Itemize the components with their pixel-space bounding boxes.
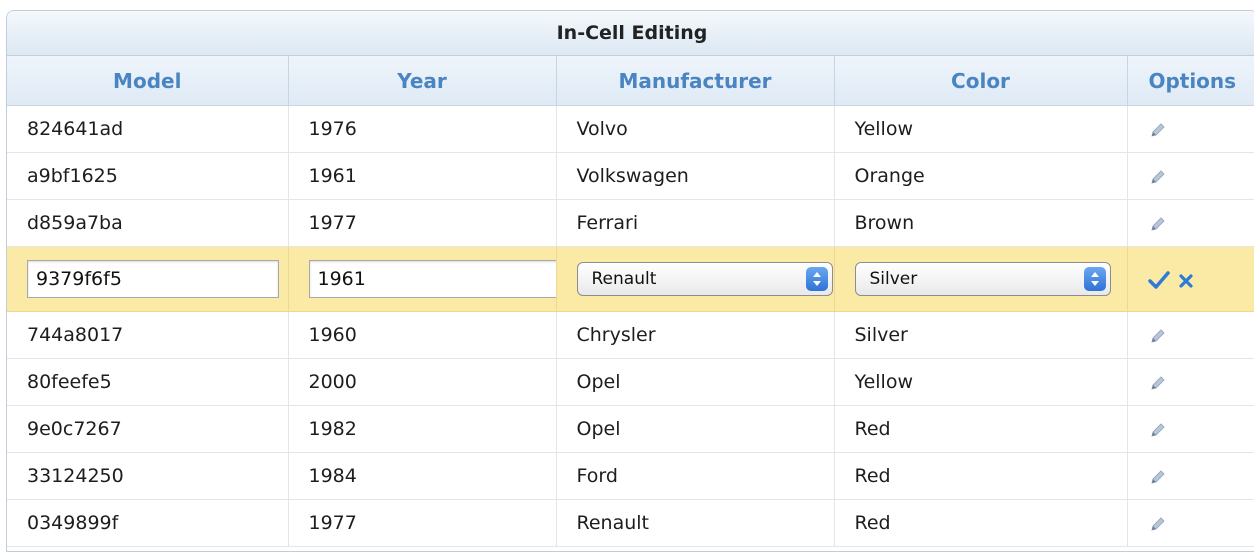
cell-color: Red: [834, 452, 1128, 500]
cell-color: Red: [834, 499, 1128, 547]
cell-model: d859a7ba: [7, 199, 289, 247]
cell-model: 0349899f: [7, 499, 289, 547]
cell-year: 1982: [288, 405, 557, 453]
cell-model: 744a8017: [7, 311, 289, 359]
cell-color-editor: Silver: [834, 246, 1128, 312]
cell-year-editor: [288, 246, 557, 312]
cell-year: 1961: [288, 152, 557, 200]
pencil-icon[interactable]: [1148, 420, 1168, 440]
column-header-color[interactable]: Color: [834, 56, 1128, 106]
select-arrows-icon: [805, 267, 828, 291]
checkmark-icon[interactable]: [1147, 270, 1170, 290]
pencil-icon[interactable]: [1148, 167, 1168, 187]
year-input[interactable]: [308, 260, 555, 298]
cell-year: 2000: [288, 358, 557, 406]
column-header-year[interactable]: Year: [288, 56, 557, 106]
cell-year: 1984: [288, 452, 557, 500]
column-header-manufacturer[interactable]: Manufacturer: [556, 56, 835, 106]
table-row[interactable]: 33124250 1984 Ford Red: [7, 452, 1254, 500]
cell-manufacturer: Ford: [556, 452, 835, 500]
cell-options: [1127, 152, 1254, 200]
cell-options: [1127, 105, 1254, 153]
select-value: Silver: [869, 269, 918, 289]
table-row[interactable]: a9bf1625 1961 Volkswagen Orange: [7, 152, 1254, 200]
cell-options: [1127, 452, 1254, 500]
cell-model: 824641ad: [7, 105, 289, 153]
cell-year: 1976: [288, 105, 557, 153]
cell-color: Red: [834, 405, 1128, 453]
cell-color: Silver: [834, 311, 1128, 359]
header-row: Model Year Manufacturer Color Options: [7, 56, 1254, 106]
table-row[interactable]: 824641ad 1976 Volvo Yellow: [7, 105, 1254, 153]
cell-options: [1127, 358, 1254, 406]
data-grid: In-Cell Editing Model Year Manufacturer …: [6, 10, 1254, 552]
cell-year: 1977: [288, 199, 557, 247]
cell-color: Yellow: [834, 105, 1128, 153]
cell-manufacturer: Volvo: [556, 105, 835, 153]
cell-options: [1127, 311, 1254, 359]
select-value: Renault: [591, 269, 657, 289]
grid-body: 824641ad 1976 Volvo Yellow a9bf1625 1961 Volks…: [7, 105, 1254, 547]
pencil-icon[interactable]: [1148, 326, 1168, 346]
color-select[interactable]: Silver: [854, 262, 1111, 296]
cell-manufacturer: Renault: [556, 499, 835, 547]
cell-manufacturer: Volkswagen: [556, 152, 835, 200]
cell-options: [1127, 405, 1254, 453]
cell-model: 80feefe5: [7, 358, 289, 406]
cell-manufacturer: Ferrari: [556, 199, 835, 247]
grid-title: In-Cell Editing: [7, 11, 1254, 56]
cell-manufacturer: Opel: [556, 358, 835, 406]
grid-table: Model Year Manufacturer Color Options 82…: [7, 56, 1254, 547]
table-row-editing[interactable]: Renault Silver: [7, 246, 1254, 312]
table-row[interactable]: d859a7ba 1977 Ferrari Brown: [7, 199, 1254, 247]
cell-manufacturer-editor: Renault: [556, 246, 835, 312]
cell-options: [1127, 499, 1254, 547]
model-input[interactable]: [27, 260, 279, 298]
cell-manufacturer: Chrysler: [556, 311, 835, 359]
cell-year: 1960: [288, 311, 557, 359]
pencil-icon[interactable]: [1148, 214, 1168, 234]
column-header-options[interactable]: Options: [1127, 56, 1254, 106]
cell-model-editor: [7, 246, 289, 312]
select-arrows-icon: [1083, 267, 1106, 291]
column-header-model[interactable]: Model: [7, 56, 289, 106]
cell-model: a9bf1625: [7, 152, 289, 200]
table-row[interactable]: 80feefe5 2000 Opel Yellow: [7, 358, 1254, 406]
cell-options-editor: [1127, 246, 1254, 312]
cell-color: Orange: [834, 152, 1128, 200]
cell-model: 9e0c7267: [7, 405, 289, 453]
cell-color: Yellow: [834, 358, 1128, 406]
pencil-icon[interactable]: [1148, 514, 1168, 534]
pencil-icon[interactable]: [1148, 373, 1168, 393]
pencil-icon[interactable]: [1148, 467, 1168, 487]
table-row[interactable]: 744a8017 1960 Chrysler Silver: [7, 311, 1254, 359]
table-row[interactable]: 9e0c7267 1982 Opel Red: [7, 405, 1254, 453]
table-row[interactable]: 0349899f 1977 Renault Red: [7, 499, 1254, 547]
manufacturer-select[interactable]: Renault: [576, 262, 833, 296]
cell-color: Brown: [834, 199, 1128, 247]
cell-options: [1127, 199, 1254, 247]
pencil-icon[interactable]: [1148, 120, 1168, 140]
x-icon[interactable]: [1178, 272, 1194, 288]
cell-year: 1977: [288, 499, 557, 547]
cell-model: 33124250: [7, 452, 289, 500]
cell-manufacturer: Opel: [556, 405, 835, 453]
